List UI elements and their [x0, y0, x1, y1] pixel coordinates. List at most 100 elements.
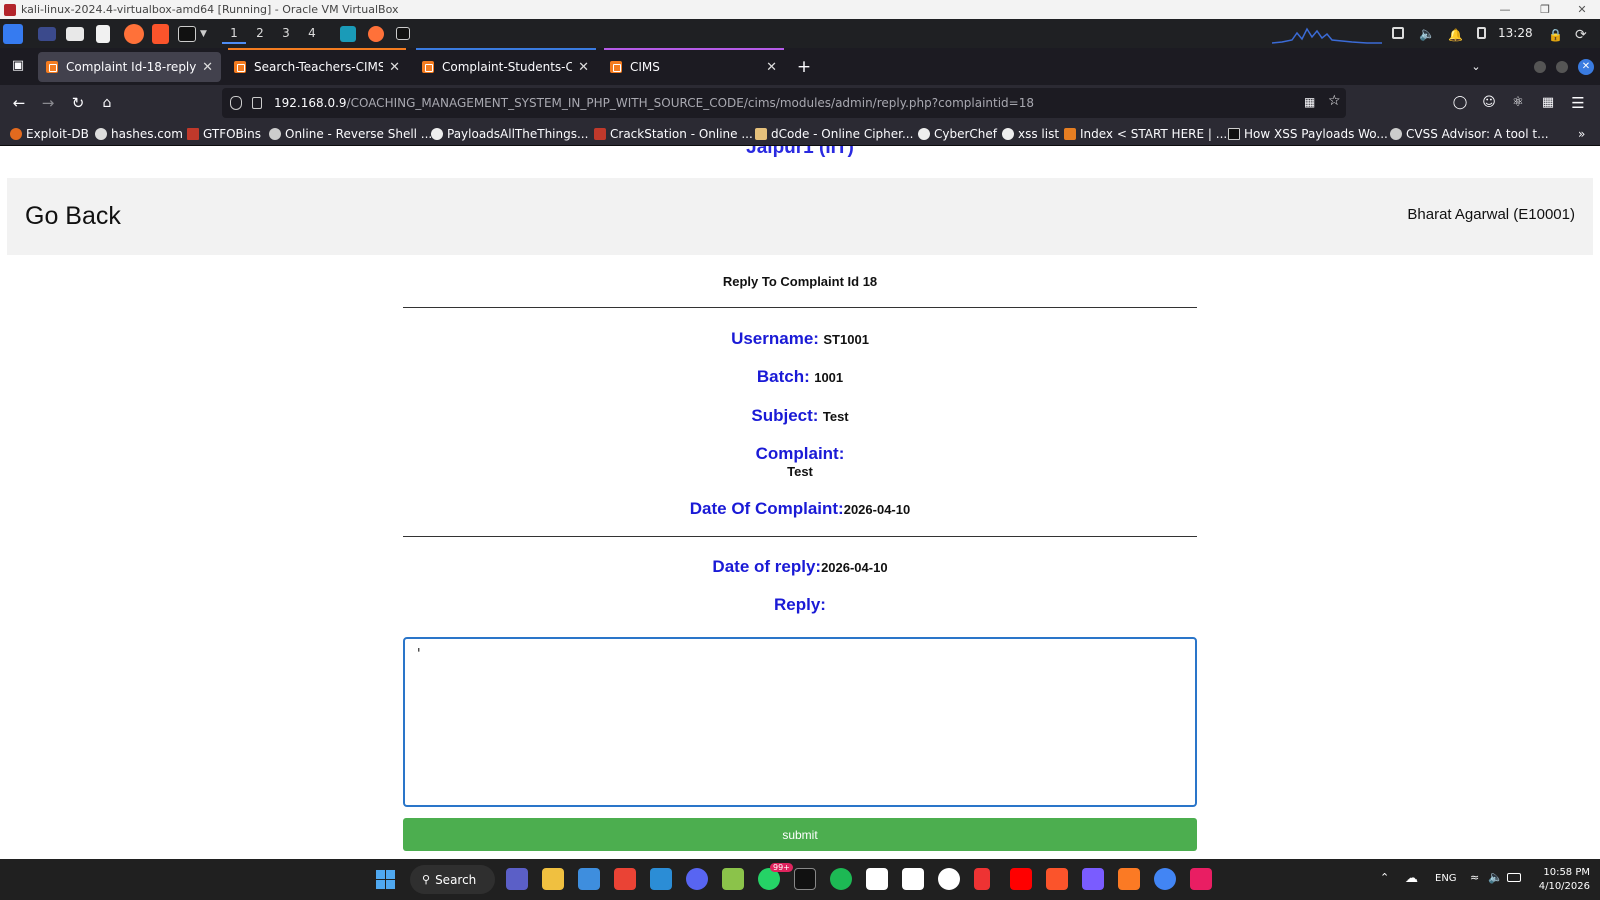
vscode-icon[interactable]: [650, 868, 672, 890]
list-all-tabs-icon[interactable]: ⌄: [1466, 57, 1486, 77]
anki-icon[interactable]: [902, 868, 924, 890]
terminal-icon[interactable]: [794, 868, 816, 890]
tab-complaint-reply[interactable]: Complaint Id-18-reply-CIMS ✕: [38, 52, 221, 82]
reply-textarea[interactable]: ': [403, 637, 1197, 807]
volume-icon[interactable]: 🔈: [1419, 24, 1435, 45]
bookmark-xss-payloads[interactable]: How XSS Payloads Wo...: [1228, 125, 1388, 142]
insecure-lock-icon[interactable]: [252, 97, 262, 109]
battery-icon[interactable]: [1507, 873, 1521, 882]
launcher-brave[interactable]: [152, 23, 169, 44]
notification-bell-icon[interactable]: 🔔: [1448, 24, 1463, 45]
url-host: 192.168.0.9: [274, 96, 347, 110]
close-window-icon[interactable]: ✕: [1578, 59, 1594, 75]
launcher-firefox[interactable]: [124, 23, 144, 44]
bookmark-reverse-shell[interactable]: Online - Reverse Shell ...: [269, 125, 432, 142]
tab-complaint-students[interactable]: Complaint-Students-CIMS ✕: [414, 52, 597, 82]
windows-start-icon[interactable]: [376, 870, 395, 889]
tab-cims[interactable]: CIMS ✕: [602, 52, 785, 82]
spotify-icon[interactable]: [830, 868, 852, 890]
hamburger-menu-icon[interactable]: ☰: [1568, 93, 1588, 113]
store-icon[interactable]: [578, 868, 600, 890]
notion-icon[interactable]: [866, 868, 888, 890]
close-icon[interactable]: ✕: [1562, 0, 1600, 19]
github-desktop-icon[interactable]: [938, 868, 960, 890]
bookmark-hashes[interactable]: hashes.com: [95, 125, 183, 142]
discord-icon[interactable]: [686, 868, 708, 890]
forward-icon[interactable]: →: [38, 93, 58, 113]
pocket-icon[interactable]: ◯: [1450, 93, 1470, 113]
taskbar-clock[interactable]: 10:58 PM 4/10/2026: [1528, 866, 1590, 894]
battery-icon[interactable]: [1477, 27, 1486, 39]
minimize-icon[interactable]: —: [1485, 0, 1525, 19]
chevron-up-icon[interactable]: ⌃: [1380, 871, 1389, 884]
tab-close-icon[interactable]: ✕: [766, 60, 777, 75]
launcher-terminal-2[interactable]: [178, 23, 196, 44]
tab-search-teachers[interactable]: Search-Teachers-CIMS ✕: [226, 52, 408, 82]
apps-grid-icon[interactable]: ▦: [1538, 93, 1558, 113]
bookmark-gtfobins[interactable]: GTFOBins: [187, 125, 261, 142]
taskbar-app-firefox[interactable]: [368, 23, 384, 44]
jetbrains-icon[interactable]: [1190, 868, 1212, 890]
tab-close-icon[interactable]: ✕: [578, 60, 589, 75]
onedrive-icon[interactable]: ☁: [1405, 871, 1418, 886]
wifi-icon[interactable]: ≈: [1470, 871, 1479, 884]
taskbar-app-burp[interactable]: [340, 23, 356, 44]
gmail-icon[interactable]: [614, 868, 636, 890]
kali-menu-button[interactable]: [3, 23, 23, 44]
chrome-icon[interactable]: [1154, 868, 1176, 890]
tab-close-icon[interactable]: ✕: [389, 60, 400, 75]
hacker-app-icon[interactable]: [974, 868, 990, 890]
bookmark-cvss-advisor[interactable]: CVSS Advisor: A tool t...: [1390, 125, 1549, 142]
url-text[interactable]: 192.168.0.9/COACHING_MANAGEMENT_SYSTEM_I…: [274, 96, 1034, 110]
lock-icon[interactable]: 🔒: [1548, 24, 1563, 45]
address-bar[interactable]: 192.168.0.9/COACHING_MANAGEMENT_SYSTEM_I…: [222, 88, 1346, 118]
language-indicator[interactable]: ENG: [1435, 873, 1457, 884]
workspace-1[interactable]: 1: [222, 23, 246, 44]
launcher-terminal[interactable]: [38, 23, 56, 44]
bookmark-payloadsallthethings[interactable]: PayloadsAllTheThings...: [431, 125, 588, 142]
tab-close-icon[interactable]: ✕: [202, 60, 213, 75]
account-icon[interactable]: ☺: [1479, 93, 1499, 113]
file-explorer-icon[interactable]: [542, 868, 564, 890]
submit-button[interactable]: submit: [403, 818, 1197, 851]
bookmark-xss-list[interactable]: xss list: [1002, 125, 1059, 142]
bookmark-exploit-db[interactable]: Exploit-DB: [10, 125, 89, 142]
launcher-editor[interactable]: [96, 23, 110, 44]
qr-code-icon[interactable]: ▦: [1304, 95, 1315, 109]
new-tab-icon[interactable]: +: [794, 57, 814, 77]
teams-icon[interactable]: [506, 868, 528, 890]
taskbar-search[interactable]: ⚲ Search: [410, 865, 495, 894]
reload-icon[interactable]: ↻: [68, 93, 88, 113]
shield-icon[interactable]: [230, 96, 242, 110]
brave-icon[interactable]: [1046, 868, 1068, 890]
launcher-files[interactable]: [66, 23, 84, 44]
home-icon[interactable]: ⌂: [97, 93, 117, 113]
bookmarks-overflow-icon[interactable]: »: [1578, 125, 1585, 142]
youtube-icon[interactable]: [1010, 868, 1032, 890]
taskbar-app-terminal[interactable]: [396, 23, 410, 44]
extensions-icon[interactable]: ⚛: [1508, 93, 1528, 113]
workspace-2[interactable]: 2: [248, 23, 272, 44]
workspace-switcher[interactable]: 1 2 3 4: [222, 23, 324, 44]
workspace-3[interactable]: 3: [274, 23, 298, 44]
bookmark-crackstation[interactable]: CrackStation - Online ...: [594, 125, 753, 142]
panel-clock[interactable]: 13:28: [1498, 26, 1533, 40]
back-icon[interactable]: ←: [9, 93, 29, 113]
maximize-icon[interactable]: [1556, 61, 1568, 73]
bookmark-dcode[interactable]: dCode - Online Cipher...: [755, 125, 913, 142]
bookmark-cyberchef[interactable]: CyberChef: [918, 125, 997, 142]
chess-icon[interactable]: [722, 868, 744, 890]
firefox-view-icon[interactable]: ▣: [8, 56, 28, 76]
go-back-link[interactable]: Go Back: [25, 202, 121, 231]
restore-icon[interactable]: ❐: [1525, 0, 1565, 19]
power-icon[interactable]: ⟳: [1575, 24, 1587, 45]
screen-icon[interactable]: [1392, 27, 1404, 39]
minimize-icon[interactable]: [1534, 61, 1546, 73]
bookmark-star-icon[interactable]: ☆: [1328, 93, 1341, 109]
bookmark-start-here[interactable]: Index < START HERE | ...: [1064, 125, 1227, 142]
xampp-icon[interactable]: [1118, 868, 1140, 890]
chevron-down-icon[interactable]: ▼: [200, 23, 207, 44]
obsidian-icon[interactable]: [1082, 868, 1104, 890]
workspace-4[interactable]: 4: [300, 23, 324, 44]
volume-icon[interactable]: 🔈: [1488, 870, 1503, 884]
